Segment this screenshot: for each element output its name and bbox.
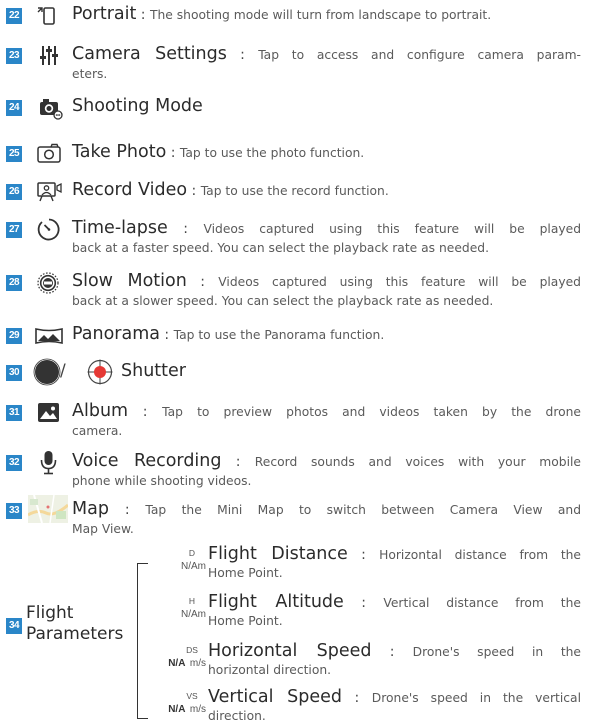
horizontal-speed-readout: DS N/A m/s <box>168 645 206 669</box>
item-title: Take Photo <box>72 142 167 162</box>
altitude-readout: H N/Am <box>180 596 206 620</box>
item-title: Portrait <box>72 4 137 24</box>
item-title: Slow Motion <box>72 271 187 291</box>
item-description: The shooting mode will turn from landsca… <box>149 8 492 22</box>
item-title: Shooting Mode <box>72 96 203 116</box>
take-photo-icon <box>32 141 66 167</box>
flight-parameters-label: Flight Parameters <box>26 603 124 644</box>
item-number: 26 <box>6 184 22 200</box>
vertical-speed-readout: VS N/A m/s <box>168 691 206 715</box>
distance-readout: D N/Am <box>180 548 206 572</box>
time-lapse-icon <box>32 217 66 243</box>
record-video-icon <box>32 179 66 205</box>
slow-motion-icon <box>32 270 66 296</box>
item-number: 27 <box>6 222 22 238</box>
item-title: Record Video <box>72 180 188 200</box>
item-number: 31 <box>6 405 22 421</box>
item-number: 30 <box>6 365 22 381</box>
album-icon <box>32 400 66 426</box>
portrait-icon <box>32 3 66 29</box>
item-title: Album <box>72 401 129 421</box>
camera-settings-icon <box>32 43 66 69</box>
item-number: 28 <box>6 275 22 291</box>
item-number: 32 <box>6 455 22 471</box>
item-title: Panorama <box>72 324 160 344</box>
item-title: Camera Settings <box>72 44 227 64</box>
mini-map-icon <box>27 494 69 524</box>
microphone-icon <box>32 450 66 476</box>
item-number: 25 <box>6 146 22 162</box>
item-title: Voice Recording <box>72 451 222 471</box>
item-number: 33 <box>6 503 22 519</box>
panorama-icon <box>32 323 66 349</box>
item-title: Time-lapse <box>72 218 168 238</box>
item-number: 24 <box>6 100 22 116</box>
shutter-icon <box>32 358 122 390</box>
item-number: 22 <box>6 8 22 24</box>
item-number: 29 <box>6 328 22 344</box>
item-number: 23 <box>6 48 22 64</box>
item-title: Shutter <box>121 361 186 381</box>
shooting-mode-icon <box>32 95 66 121</box>
bracket <box>137 563 148 719</box>
item-number: 34 <box>6 618 22 634</box>
item-title: Map <box>72 499 109 519</box>
